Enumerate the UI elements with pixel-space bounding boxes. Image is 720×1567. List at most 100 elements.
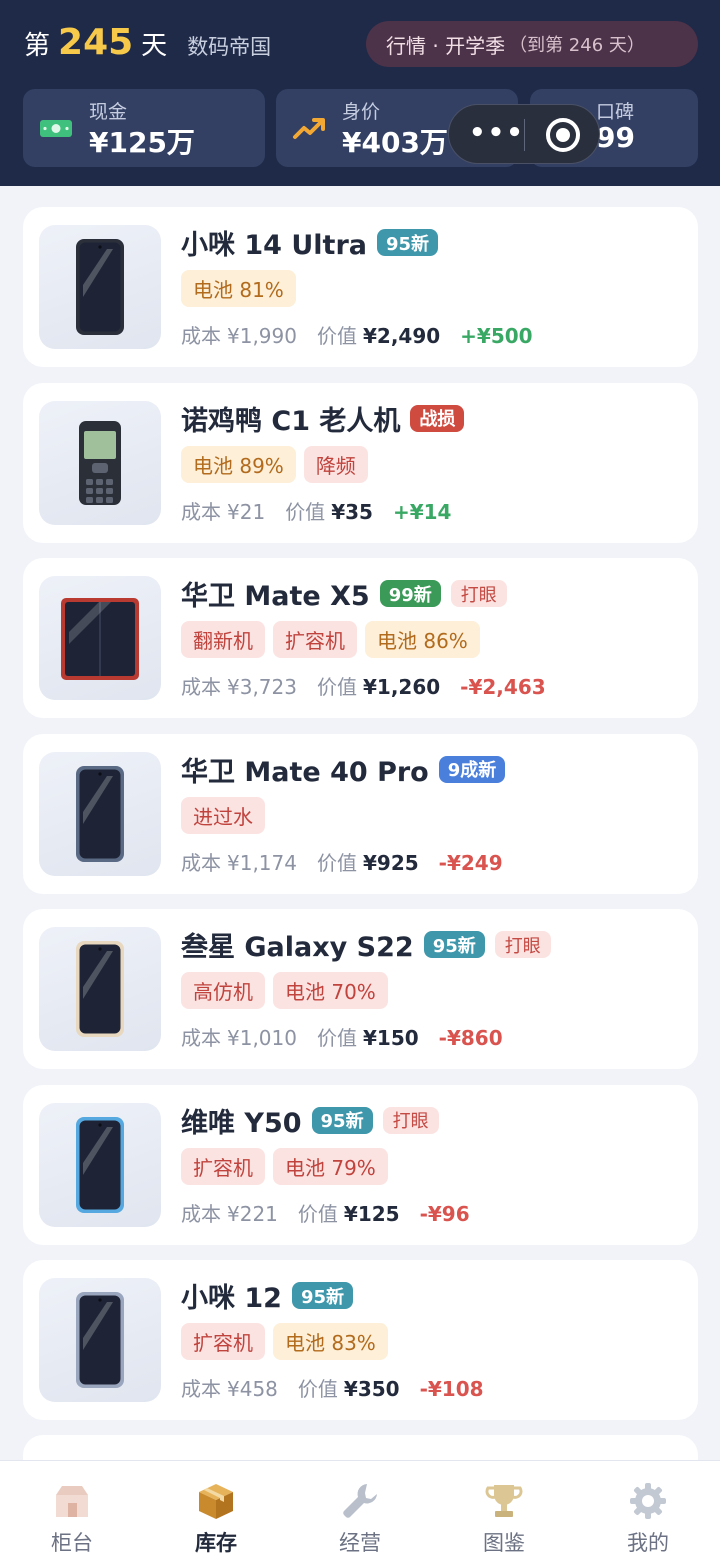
status-tag: 扩容机	[181, 1323, 265, 1360]
value-amount: ¥150	[362, 1026, 419, 1050]
phone-thumbnail	[39, 1102, 161, 1227]
phone-icon	[61, 598, 139, 680]
profit-amount: -¥96	[419, 1201, 470, 1226]
value-amount: ¥1,260	[362, 675, 441, 699]
item-title-row: 叁星 Galaxy S22 95新 打眼	[181, 925, 551, 964]
condition-badge: 9成新	[438, 755, 506, 783]
phone-icon	[76, 1116, 124, 1213]
status-tag: 进过水	[181, 796, 265, 834]
phone-thumbnail	[39, 751, 161, 876]
item-price-row: 成本 ¥1,174 价值 ¥925 -¥249	[181, 847, 503, 876]
item-name: 小咪 14 Ultra	[181, 230, 367, 261]
item-title-row: 小咪 12 95新	[181, 1276, 354, 1315]
inventory-card[interactable]: 诺鸡鸭 C1 老人机 战损 电池 89% 降频 成本 ¥21 价值 ¥35 +¥1…	[23, 382, 698, 543]
nav-business-label: 经营	[339, 1531, 381, 1555]
item-tags: 扩容机 电池 79%	[181, 1147, 396, 1185]
inventory-card[interactable]: 维唯 Y50 95新 打眼 扩容机 电池 79% 成本 ¥221 价值 ¥125 …	[23, 1084, 698, 1245]
profit-amount: -¥108	[419, 1377, 484, 1401]
status-tag: 电池 89%	[181, 445, 296, 483]
market-until: （到第 246 天）	[509, 35, 645, 56]
cost-value: ¥1,174	[227, 850, 297, 875]
eye-badge: 打眼	[494, 931, 551, 958]
inventory-card[interactable]: 叁星 Galaxy S22 95新 打眼 高仿机 电池 70% 成本 ¥1,010…	[23, 909, 698, 1069]
condition-badge: 95新	[291, 1282, 354, 1309]
item-tags: 翻新机 扩容机 电池 86%	[181, 621, 488, 658]
item-name: 叁星 Galaxy S22	[181, 932, 414, 963]
nav-counter[interactable]: 柜台	[0, 1461, 144, 1567]
value-amount: ¥125	[343, 1201, 400, 1226]
inventory-card[interactable]: 华卫 Mate X5 99新 打眼 翻新机 扩容机 电池 86% 成本 ¥3,723…	[23, 558, 698, 718]
cost-value: ¥3,723	[227, 675, 297, 699]
inventory-card-partial[interactable]	[23, 1435, 698, 1460]
profit-amount: +¥14	[392, 499, 452, 524]
more-icon[interactable]: •••	[469, 119, 523, 149]
stat-reputation-label: 口碑	[596, 101, 635, 123]
value-label: 价值	[316, 1026, 357, 1050]
condition-badge: 95新	[423, 931, 485, 958]
item-tags: 高仿机 电池 70%	[181, 972, 396, 1009]
nav-business[interactable]: 经营	[288, 1461, 432, 1567]
value-label: 价值	[285, 499, 326, 524]
inventory-card[interactable]: 华卫 Mate 40 Pro 9成新 进过水 成本 ¥1,174 价值 ¥925…	[23, 733, 698, 894]
status-tag: 降频	[303, 445, 368, 483]
phone-thumbnail	[39, 927, 161, 1051]
phone-thumbnail	[39, 400, 161, 525]
item-title-row: 华卫 Mate X5 99新 打眼	[181, 574, 507, 613]
phone-icon	[76, 239, 124, 335]
day-counter: 第 245 天 数码帝国	[24, 22, 271, 63]
item-name: 华卫 Mate 40 Pro	[181, 756, 429, 788]
phone-icon	[76, 941, 124, 1037]
cost-label: 成本	[181, 1026, 221, 1050]
wrench-icon	[343, 1484, 377, 1518]
cost-value: ¥21	[227, 499, 266, 524]
value-label: 价值	[297, 1201, 338, 1226]
item-name: 小咪 12	[181, 1283, 282, 1314]
cash-icon	[40, 120, 72, 137]
item-tags: 电池 89% 降频	[181, 445, 376, 483]
trend-up-icon	[293, 118, 325, 139]
value-label: 价值	[316, 324, 357, 348]
condition-badge: 99新	[379, 580, 441, 607]
item-price-row: 成本 ¥221 价值 ¥125 -¥96	[181, 1198, 470, 1227]
cost-label: 成本	[181, 499, 221, 524]
nav-collection[interactable]: 图鉴	[432, 1461, 576, 1567]
cost-label: 成本	[181, 1201, 221, 1226]
nav-collection-label: 图鉴	[483, 1531, 525, 1555]
nav-inventory[interactable]: 库存	[144, 1461, 288, 1567]
phone-icon	[79, 420, 121, 505]
day-prefix: 第	[24, 31, 51, 61]
item-tags: 扩容机 电池 83%	[181, 1323, 396, 1360]
market-event-badge[interactable]: 行情 · 开学季 （到第 246 天）	[366, 21, 698, 67]
value-amount: ¥925	[362, 850, 419, 875]
phone-thumbnail	[39, 576, 161, 700]
item-name: 维唯 Y50	[181, 1107, 302, 1139]
status-tag: 电池 70%	[273, 972, 388, 1009]
phone-thumbnail	[39, 225, 161, 349]
market-title: 行情 · 开学季	[386, 33, 506, 58]
stat-reputation-value: 99	[596, 121, 635, 154]
item-tags: 电池 81%	[181, 270, 304, 307]
inventory-card[interactable]: 小咪 14 Ultra 95新 电池 81% 成本 ¥1,990 价值 ¥2,4…	[23, 207, 698, 367]
profit-amount: -¥249	[438, 850, 503, 875]
target-icon[interactable]	[546, 118, 580, 152]
stat-networth-label: 身价	[342, 101, 381, 123]
condition-badge: 95新	[311, 1106, 373, 1134]
inventory-list[interactable]: 小咪 14 Ultra 95新 电池 81% 成本 ¥1,990 价值 ¥2,4…	[0, 186, 720, 1460]
status-tag: 电池 83%	[273, 1323, 388, 1360]
item-price-row: 成本 ¥3,723 价值 ¥1,260 -¥2,463	[181, 671, 546, 700]
item-title-row: 华卫 Mate 40 Pro 9成新	[181, 750, 506, 789]
stat-cash-value: ¥125万	[89, 126, 195, 159]
cost-value: ¥221	[227, 1201, 278, 1226]
item-title-row: 小咪 14 Ultra 95新	[181, 223, 439, 262]
status-tag: 电池 81%	[181, 270, 296, 307]
item-tags: 进过水	[181, 796, 273, 834]
item-price-row: 成本 ¥1,990 价值 ¥2,490 +¥500	[181, 320, 533, 349]
inventory-card[interactable]: 小咪 12 95新 扩容机 电池 83% 成本 ¥458 价值 ¥350 -¥10…	[23, 1260, 698, 1420]
profit-amount: -¥2,463	[460, 675, 546, 699]
value-label: 价值	[297, 1377, 338, 1401]
nav-counter-label: 柜台	[51, 1531, 93, 1555]
nav-inventory-label: 库存	[195, 1531, 237, 1555]
phone-icon	[76, 1292, 124, 1388]
top-header: 第 245 天 数码帝国 行情 · 开学季 （到第 246 天） 现金 ¥125…	[0, 0, 720, 186]
nav-profile[interactable]: 我的	[576, 1461, 720, 1567]
